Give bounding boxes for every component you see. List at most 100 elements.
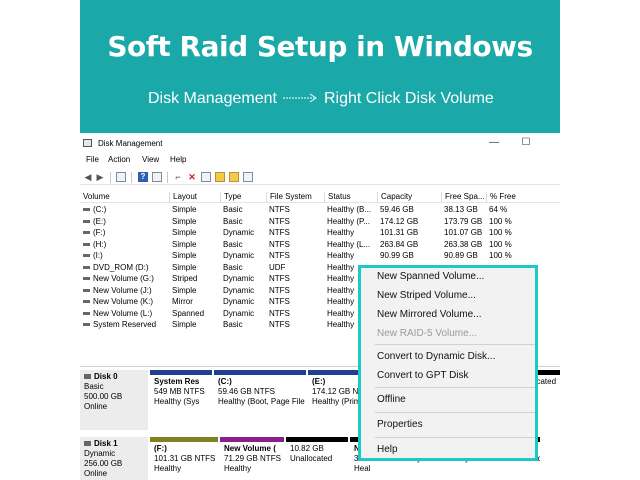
partition-size: 59.46 GB NTFS	[218, 387, 275, 396]
partition-color-bar	[150, 370, 212, 375]
partition-color-bar	[150, 437, 218, 442]
connect-icon[interactable]: ⌐	[173, 172, 183, 182]
volume-name: New Volume (G:)	[93, 274, 154, 283]
volume-cell: 90.99 GB	[380, 251, 414, 260]
menu-item-new-mirrored-volume[interactable]: New Mirrored Volume...	[377, 309, 481, 320]
menu-item-offline[interactable]: Offline	[377, 394, 406, 405]
column-percent-free[interactable]: % Free	[486, 192, 530, 203]
volume-cell: Dynamic	[223, 251, 255, 260]
menu-separator	[375, 437, 535, 438]
volume-cell: Mirror	[172, 297, 193, 306]
disk-0-label[interactable]: Disk 0 Basic 500.00 GB Online	[80, 370, 148, 430]
volume-name-cell: (I:)	[83, 251, 167, 260]
volume-cell: Healthy (P...	[327, 216, 370, 226]
menu-separator	[375, 412, 535, 413]
volume-name-cell: New Volume (G:)	[83, 274, 167, 283]
partition-size: 10.82 GB	[290, 444, 324, 453]
partition-name: New Volume (	[224, 444, 276, 453]
volume-cell: 174.12 GB	[380, 216, 419, 226]
column-free-space[interactable]: Free Spa...	[441, 192, 486, 203]
volume-cell: Simple	[172, 228, 197, 237]
volume-row[interactable]: (H:) Simple Basic NTFS Healthy (L... 263.84 G…	[80, 240, 560, 252]
disk-0-partition[interactable]: (C:) 59.46 GB NTFS Healthy (Boot, Page Fil…	[214, 370, 306, 430]
partition-details: New Volume (71.29 GB NTFS Healthy	[221, 444, 283, 480]
menu-action[interactable]: Action	[108, 155, 130, 164]
partition-color-bar	[214, 370, 306, 375]
column-layout[interactable]: Layout	[169, 192, 220, 203]
volume-cell: 38.13 GB	[444, 205, 478, 214]
column-volume[interactable]: Volume	[80, 192, 169, 203]
volume-cell: NTFS	[269, 239, 290, 249]
disk-1-partition[interactable]: 10.82 GB Unallocated	[286, 437, 348, 480]
volume-icon	[83, 219, 90, 223]
volume-cell: 101.31 GB	[380, 228, 419, 237]
banner-step-disk-management: Disk Management	[148, 90, 277, 107]
menu-separator	[375, 387, 535, 388]
help-book-icon[interactable]: ?	[138, 172, 148, 182]
menu-item-convert-to-dynamic-disk[interactable]: Convert to Dynamic Disk...	[377, 351, 495, 362]
delete-icon[interactable]: ✕	[187, 172, 197, 182]
disk-0-partition[interactable]: System Res 549 MB NTFS Healthy (Sys	[150, 370, 212, 430]
volume-cell: Healthy	[327, 228, 355, 237]
menu-separator	[375, 344, 535, 345]
toolbar-separator	[131, 172, 132, 183]
volume-cell: Simple	[172, 205, 197, 214]
disk-0-partition[interactable]: (E:)174.12 GB NTFSHealthy (Prima	[308, 370, 358, 430]
volume-name: DVD_ROM (D:)	[93, 262, 149, 272]
volume-name: (F:)	[93, 228, 106, 237]
volume-icon	[83, 231, 90, 235]
forward-arrow-icon[interactable]: ▶	[95, 172, 105, 182]
disk-1-partition[interactable]: (F:) 101.31 GB NTFS Healthy	[150, 437, 218, 480]
volume-cell: Healthy	[327, 251, 355, 260]
menu-item-new-spanned-volume[interactable]: New Spanned Volume...	[377, 271, 484, 282]
disk-1-label[interactable]: Disk 1 Dynamic 256.00 GB Online	[80, 437, 148, 480]
volume-name-cell: New Volume (K:)	[83, 297, 167, 306]
properties-icon[interactable]	[152, 172, 162, 182]
menu-item-convert-to-gpt-disk[interactable]: Convert to GPT Disk	[377, 370, 469, 381]
open-folder-icon[interactable]	[229, 172, 239, 182]
menu-file[interactable]: File	[86, 155, 99, 164]
volume-cell: 263.38 GB	[444, 239, 483, 249]
volume-name: New Volume (L:)	[93, 308, 153, 318]
volume-cell: Spanned	[172, 308, 205, 318]
minimize-button[interactable]: —	[484, 135, 504, 151]
volume-cell: 100 %	[489, 239, 512, 249]
menu-item-new-striped-volume[interactable]: New Striped Volume...	[377, 290, 476, 301]
menu-item-help[interactable]: Help	[377, 444, 398, 455]
volume-cell: Basic	[223, 262, 243, 272]
volume-cell: Basic	[223, 320, 243, 329]
column-capacity[interactable]: Capacity	[377, 192, 441, 203]
partition-details: System Res 549 MB NTFS Healthy (Sys	[151, 377, 211, 430]
disk-0-type: Basic	[84, 382, 104, 391]
volume-cell: 64 %	[489, 205, 508, 214]
volume-cell: Dynamic	[223, 308, 255, 318]
menu-item-properties[interactable]: Properties	[377, 419, 423, 430]
volume-cell: 100 %	[489, 251, 512, 260]
volume-cell: Striped	[172, 274, 198, 283]
volume-icon	[83, 208, 90, 212]
column-status[interactable]: Status	[324, 192, 377, 203]
volume-row[interactable]: (E:) Simple Basic NTFS Healthy (P... 174.12 G…	[80, 217, 560, 229]
partition-color-bar	[308, 370, 358, 375]
console-tree-icon[interactable]	[116, 172, 126, 182]
volume-context-menu: New Spanned Volume... New Striped Volume…	[358, 265, 538, 461]
menu-help[interactable]: Help	[170, 155, 186, 164]
volume-name: (I:)	[93, 251, 103, 260]
folder-icon[interactable]	[215, 172, 225, 182]
back-arrow-icon[interactable]: ◀	[83, 172, 93, 182]
checklist-icon[interactable]	[201, 172, 211, 182]
maximize-button[interactable]: ☐	[516, 135, 536, 151]
view-list-icon[interactable]	[243, 172, 253, 182]
volume-row[interactable]: (F:) Simple Dynamic NTFS Healthy 101.31 GB 101…	[80, 228, 560, 240]
volume-row[interactable]: (I:) Simple Dynamic NTFS Healthy 90.99 GB 90.8…	[80, 251, 560, 263]
column-file-system[interactable]: File System	[266, 192, 324, 203]
volume-cell: NTFS	[269, 320, 290, 329]
menu-view[interactable]: View	[142, 155, 159, 164]
volume-name-cell: (F:)	[83, 228, 167, 237]
partition-details: (F:) 101.31 GB NTFS Healthy	[151, 444, 217, 480]
volume-cell: Simple	[172, 216, 197, 226]
column-type[interactable]: Type	[220, 192, 266, 203]
volume-row[interactable]: (C:) Simple Basic NTFS Healthy (B... 59.46 GB…	[80, 205, 560, 217]
partition-name: (C:)	[218, 377, 232, 386]
disk-1-partition[interactable]: New Volume (71.29 GB NTFS Healthy	[220, 437, 284, 480]
